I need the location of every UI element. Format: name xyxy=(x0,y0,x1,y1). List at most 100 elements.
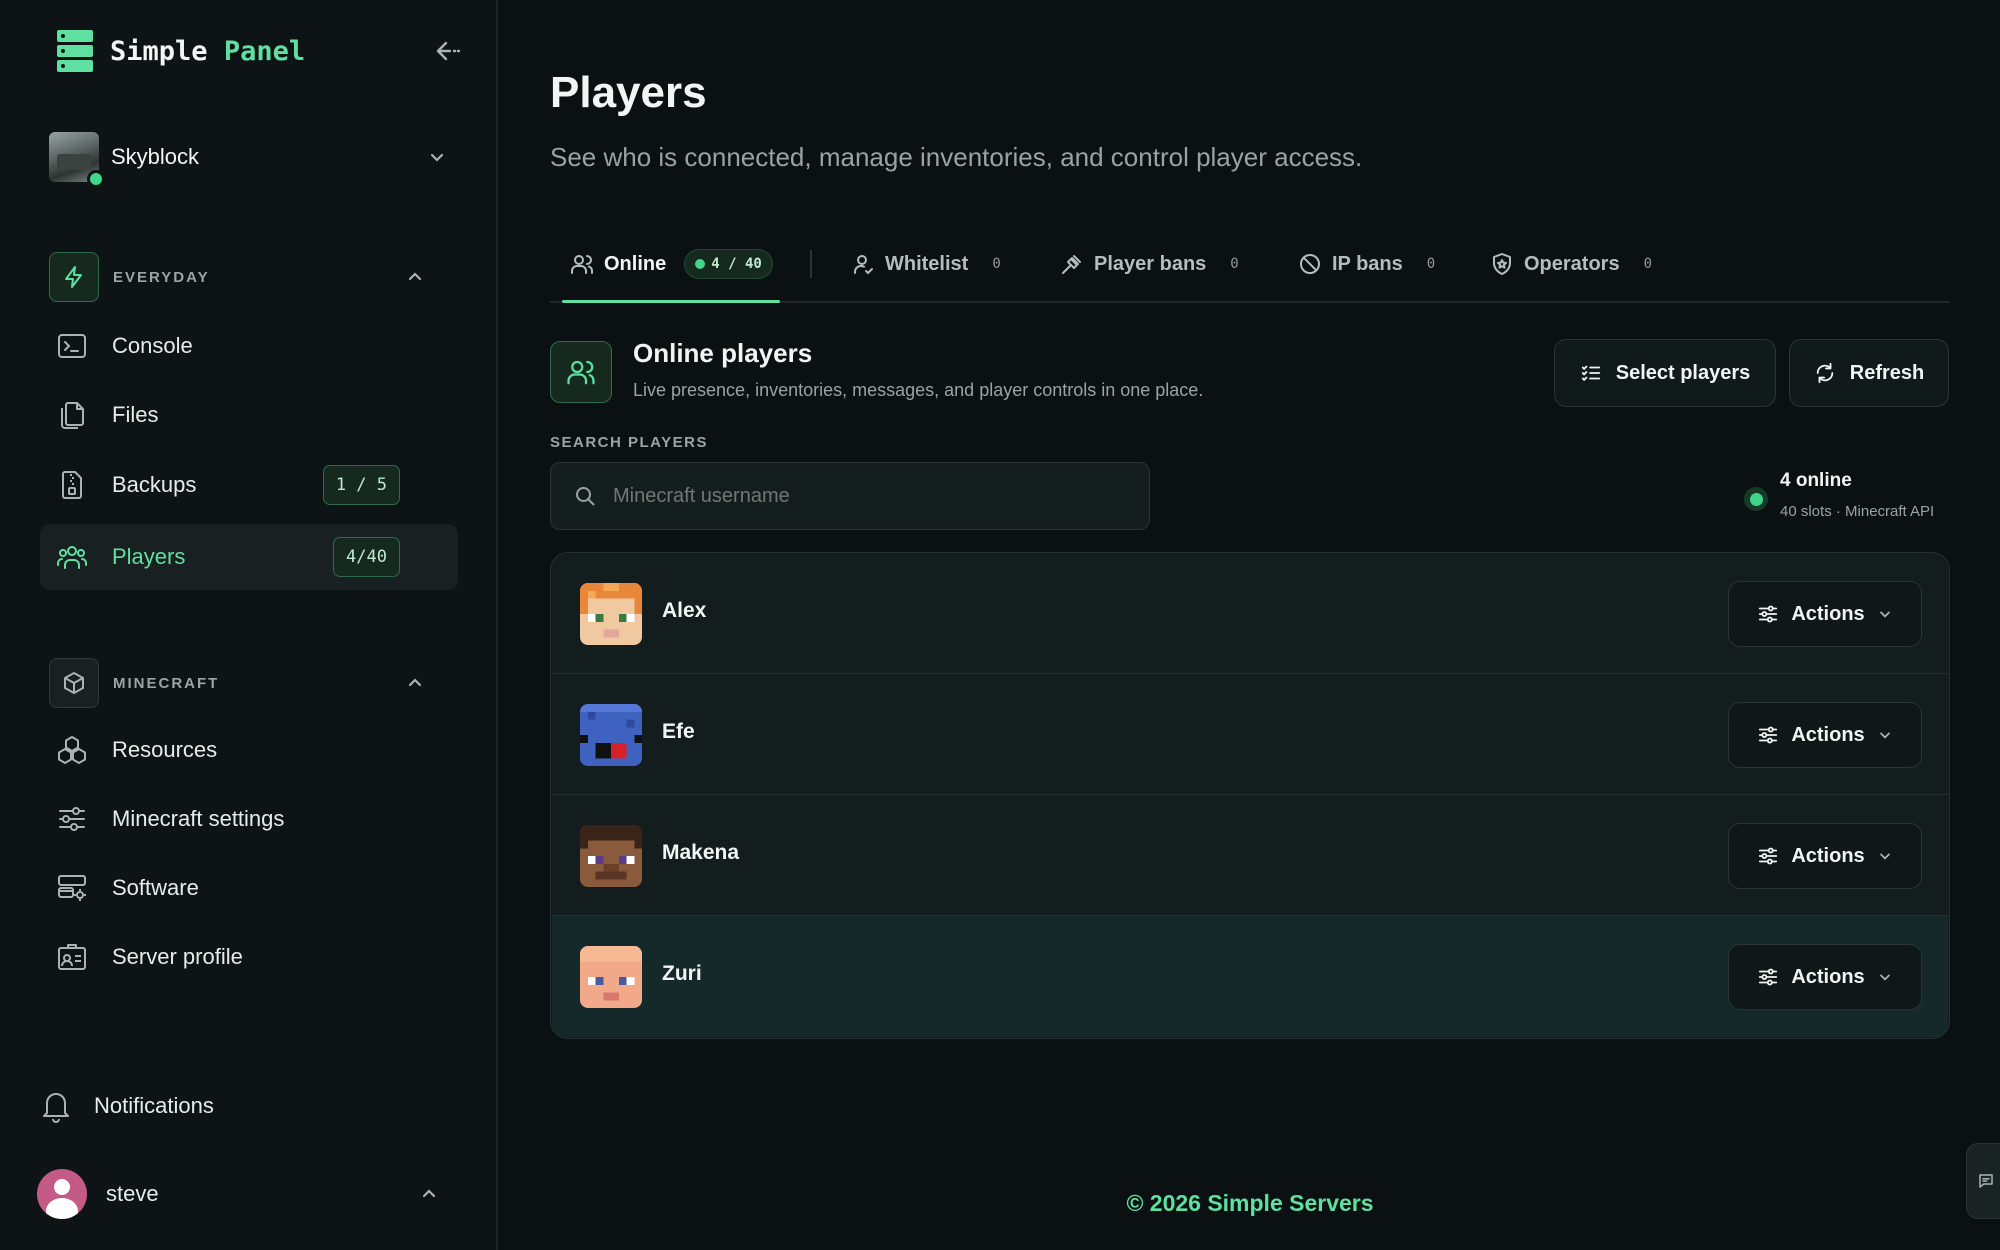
player-name: Efe xyxy=(662,720,695,743)
sidebar-item-files[interactable]: Files xyxy=(40,382,458,448)
sliders-icon xyxy=(1759,726,1778,744)
actions-dropdown[interactable]: Actions xyxy=(1728,944,1922,1010)
sidebar-item-label: Players xyxy=(112,544,186,569)
tab-count: 0 xyxy=(1230,256,1239,272)
app-logo[interactable]: Simple Panel xyxy=(56,28,305,74)
player-avatar xyxy=(580,825,642,887)
notifications-button[interactable]: Notifications xyxy=(40,1086,440,1126)
refresh-button[interactable]: Refresh xyxy=(1789,339,1949,407)
sidebar-item-console[interactable]: Console xyxy=(40,313,458,379)
active-tab-indicator xyxy=(562,300,780,303)
main-content: Players See who is connected, manage inv… xyxy=(500,0,2000,1250)
id-card-icon xyxy=(58,944,86,970)
chevron-up-icon xyxy=(408,678,422,687)
chevron-down-icon xyxy=(430,153,444,162)
tab-count: 4 / 40 xyxy=(711,256,762,272)
section-description: Live presence, inventories, messages, an… xyxy=(633,380,1204,400)
search-field[interactable] xyxy=(550,462,1150,530)
section-header-minecraft[interactable]: MINECRAFT xyxy=(49,658,439,708)
server-stack-icon xyxy=(57,30,93,72)
players-count-badge: 4/40 xyxy=(333,537,400,577)
button-label: Refresh xyxy=(1849,361,1925,384)
section-header-everyday[interactable]: EVERYDAY xyxy=(49,252,439,302)
sidebar-item-label: Backups xyxy=(112,472,197,497)
server-cog-icon xyxy=(58,875,86,901)
sliders-icon xyxy=(59,807,85,831)
actions-dropdown[interactable]: Actions xyxy=(1728,702,1922,768)
player-row[interactable]: Makena Actions xyxy=(552,795,1948,916)
tab-count: 0 xyxy=(992,256,1001,272)
search-label: SEARCH PLAYERS xyxy=(550,434,708,451)
sidebar: Simple Panel Skyblock EVERYDAY Console F… xyxy=(0,0,498,1250)
tab-label: Operators xyxy=(1524,252,1620,275)
tab-label: Whitelist xyxy=(885,252,969,275)
files-icon xyxy=(61,402,84,429)
message-icon xyxy=(1979,1174,1993,1188)
chevron-up-icon xyxy=(422,1189,436,1198)
actions-dropdown[interactable]: Actions xyxy=(1728,823,1922,889)
page-title: Players xyxy=(550,68,707,117)
sliders-icon xyxy=(1759,847,1778,865)
section-title: EVERYDAY xyxy=(113,268,210,286)
player-avatar xyxy=(580,583,642,645)
user-menu[interactable]: steve xyxy=(37,1168,459,1220)
chevron-down-icon xyxy=(1879,974,1890,981)
sidebar-item-minecraft-settings[interactable]: Minecraft settings xyxy=(40,786,458,852)
player-name: Alex xyxy=(662,599,707,622)
online-status-indicator xyxy=(1744,487,1768,511)
collapse-sidebar-button[interactable] xyxy=(432,36,462,66)
sliders-icon xyxy=(1759,968,1778,986)
section-icon-box xyxy=(49,658,99,708)
refresh-icon xyxy=(1816,362,1833,384)
users-icon xyxy=(57,546,87,569)
tab-player-bans[interactable]: Player bans 0 xyxy=(1060,244,1239,284)
tab-operators[interactable]: Operators 0 xyxy=(1490,244,1652,284)
sidebar-item-label: Resources xyxy=(112,737,218,762)
select-players-button[interactable]: Select players xyxy=(1554,339,1776,407)
gavel-icon xyxy=(1062,255,1081,274)
server-name: Skyblock xyxy=(111,144,200,169)
actions-dropdown[interactable]: Actions xyxy=(1728,581,1922,647)
player-row[interactable]: Alex Actions xyxy=(552,553,1948,674)
sidebar-item-server-profile[interactable]: Server profile xyxy=(40,924,458,990)
tab-count: 0 xyxy=(1643,256,1653,272)
list-checks-icon xyxy=(1581,365,1600,382)
chevron-up-icon xyxy=(408,272,422,281)
sidebar-item-label: Minecraft settings xyxy=(112,806,285,831)
sidebar-item-backups[interactable]: Backups 1 / 5 xyxy=(40,452,458,518)
button-label: Select players xyxy=(1615,361,1751,384)
section-icon-box xyxy=(49,252,99,302)
backups-count-badge: 1 / 5 xyxy=(322,465,400,505)
player-list: Alex Actions Efe Actions Makena Actions … xyxy=(550,552,1950,1039)
player-name: Makena xyxy=(662,841,740,864)
users-icon xyxy=(567,360,595,385)
username: steve xyxy=(106,1181,159,1206)
online-count-pill: 4 / 40 xyxy=(684,249,773,279)
tab-ip-bans[interactable]: IP bans 0 xyxy=(1298,244,1435,284)
player-row[interactable]: Efe Actions xyxy=(552,674,1948,795)
tab-online[interactable]: Online 4 / 40 xyxy=(570,244,773,284)
player-row[interactable]: Zuri Actions xyxy=(552,916,1948,1037)
chevron-down-icon xyxy=(1879,611,1890,618)
lightning-icon xyxy=(65,266,82,288)
server-selector[interactable]: Skyblock xyxy=(49,130,459,188)
sidebar-item-software[interactable]: Software xyxy=(40,855,458,921)
sidebar-item-players[interactable]: Players 4/40 xyxy=(40,524,458,590)
search-input[interactable] xyxy=(613,476,1133,516)
tab-count: 0 xyxy=(1426,256,1436,272)
sidebar-item-label: Software xyxy=(112,875,199,900)
button-label: Actions xyxy=(1791,602,1865,625)
arrow-left-collapse-icon xyxy=(436,41,461,61)
tab-label: Player bans xyxy=(1094,252,1207,275)
button-label: Actions xyxy=(1791,723,1865,746)
sidebar-item-resources[interactable]: Resources xyxy=(40,717,458,783)
tab-whitelist[interactable]: Whitelist 0 xyxy=(851,244,1001,284)
cube-icon xyxy=(64,672,84,694)
button-label: Actions xyxy=(1791,844,1865,867)
terminal-icon xyxy=(58,334,86,358)
page-subtitle: See who is connected, manage inventories… xyxy=(550,142,1363,172)
chevron-down-icon xyxy=(1879,732,1890,739)
user-check-icon xyxy=(854,255,873,275)
ban-icon xyxy=(1300,254,1320,274)
feedback-button[interactable] xyxy=(1966,1143,2000,1219)
